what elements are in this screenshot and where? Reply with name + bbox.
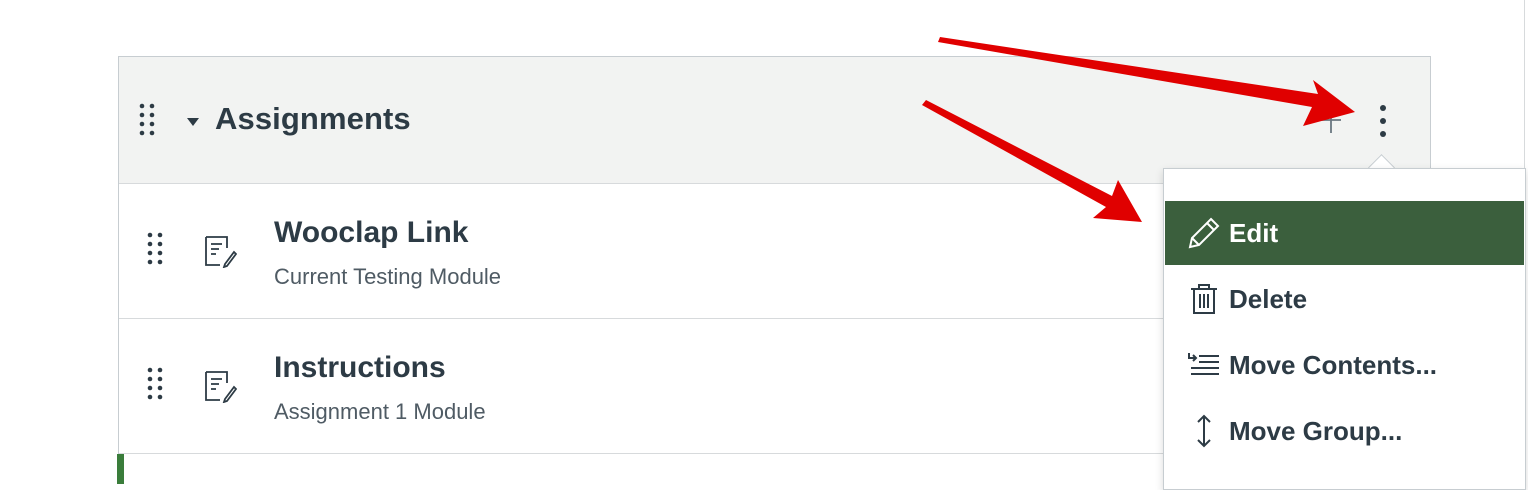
add-item-button[interactable] <box>1319 107 1343 135</box>
menu-item-label: Move Group... <box>1229 415 1403 446</box>
pencil-icon <box>1187 216 1221 250</box>
item-title[interactable]: Wooclap Link <box>274 216 468 250</box>
trash-icon <box>1187 282 1221 316</box>
vertical-arrows-icon <box>1187 414 1221 448</box>
group-options-menu: Edit Delete Move Contents... Move Group.… <box>1163 168 1526 490</box>
menu-item-edit[interactable]: Edit <box>1165 201 1524 265</box>
menu-item-label: Edit <box>1229 217 1279 248</box>
collapse-caret-icon[interactable] <box>185 115 201 127</box>
group-title: Assignments <box>215 101 411 136</box>
item-module: Current Testing Module <box>274 264 502 289</box>
menu-item-label: Move Contents... <box>1229 349 1438 380</box>
drag-handle-icon[interactable] <box>139 103 155 137</box>
menu-item-label: Delete <box>1229 283 1308 314</box>
assignment-icon <box>203 234 238 269</box>
drag-handle-icon[interactable] <box>147 367 163 401</box>
selected-accent-bar <box>117 454 124 484</box>
item-title[interactable]: Instructions <box>274 351 446 385</box>
item-module: Assignment 1 Module <box>274 399 486 424</box>
move-contents-icon <box>1187 348 1221 382</box>
menu-item-move-contents[interactable]: Move Contents... <box>1165 333 1524 397</box>
kebab-menu-icon[interactable] <box>1371 101 1395 141</box>
menu-item-delete[interactable]: Delete <box>1165 267 1524 331</box>
menu-item-move-group[interactable]: Move Group... <box>1165 399 1524 463</box>
assignment-icon <box>203 369 238 404</box>
drag-handle-icon[interactable] <box>147 232 163 266</box>
group-header: Assignments <box>119 57 1430 184</box>
